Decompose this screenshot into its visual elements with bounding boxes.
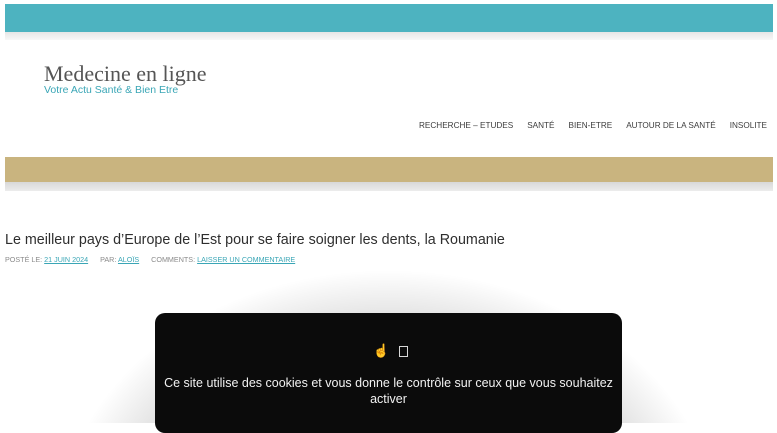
nav-item-recherche-etudes[interactable]: RECHERCHE – ETUDES — [419, 121, 513, 130]
posted-label: POSTÉ LE: — [5, 255, 43, 264]
author-link[interactable]: ALOÏS — [118, 255, 139, 264]
post-date-link[interactable]: 21 JUIN 2024 — [44, 255, 88, 264]
cookie-consent-panel: ☝ Ce site utilise des cookies et vous do… — [155, 313, 622, 433]
header-top-shadow — [5, 32, 773, 40]
site-tagline: Votre Actu Santé & Bien Etre — [44, 84, 179, 96]
main-nav: RECHERCHE – ETUDES SANTÉ BIEN-ETRE AUTOU… — [419, 121, 767, 130]
nav-item-insolite[interactable]: INSOLITE — [730, 121, 767, 130]
gold-banner — [5, 157, 773, 182]
header-top-bar — [5, 4, 773, 32]
gold-banner-shadow — [5, 182, 773, 191]
article-title[interactable]: Le meilleur pays d’Europe de l’Est pour … — [5, 232, 505, 248]
nav-item-bien-etre[interactable]: BIEN-ETRE — [569, 121, 613, 130]
nav-item-autour-de-la-sante[interactable]: AUTOUR DE LA SANTÉ — [626, 121, 715, 130]
comments-label: COMMENTS: — [151, 255, 196, 264]
square-icon — [399, 345, 409, 357]
nav-item-sante[interactable]: SANTÉ — [527, 121, 554, 130]
author-label: PAR: — [100, 255, 117, 264]
article-meta: POSTÉ LE: 21 JUIN 2024 PAR: ALOÏS COMMEN… — [5, 255, 295, 264]
cookie-message: Ce site utilise des cookies et vous donn… — [164, 376, 613, 406]
hand-pointer-icon: ☝ — [373, 343, 390, 358]
cookie-icons: ☝ — [373, 343, 409, 358]
leave-comment-link[interactable]: LAISSER UN COMMENTAIRE — [197, 255, 295, 264]
